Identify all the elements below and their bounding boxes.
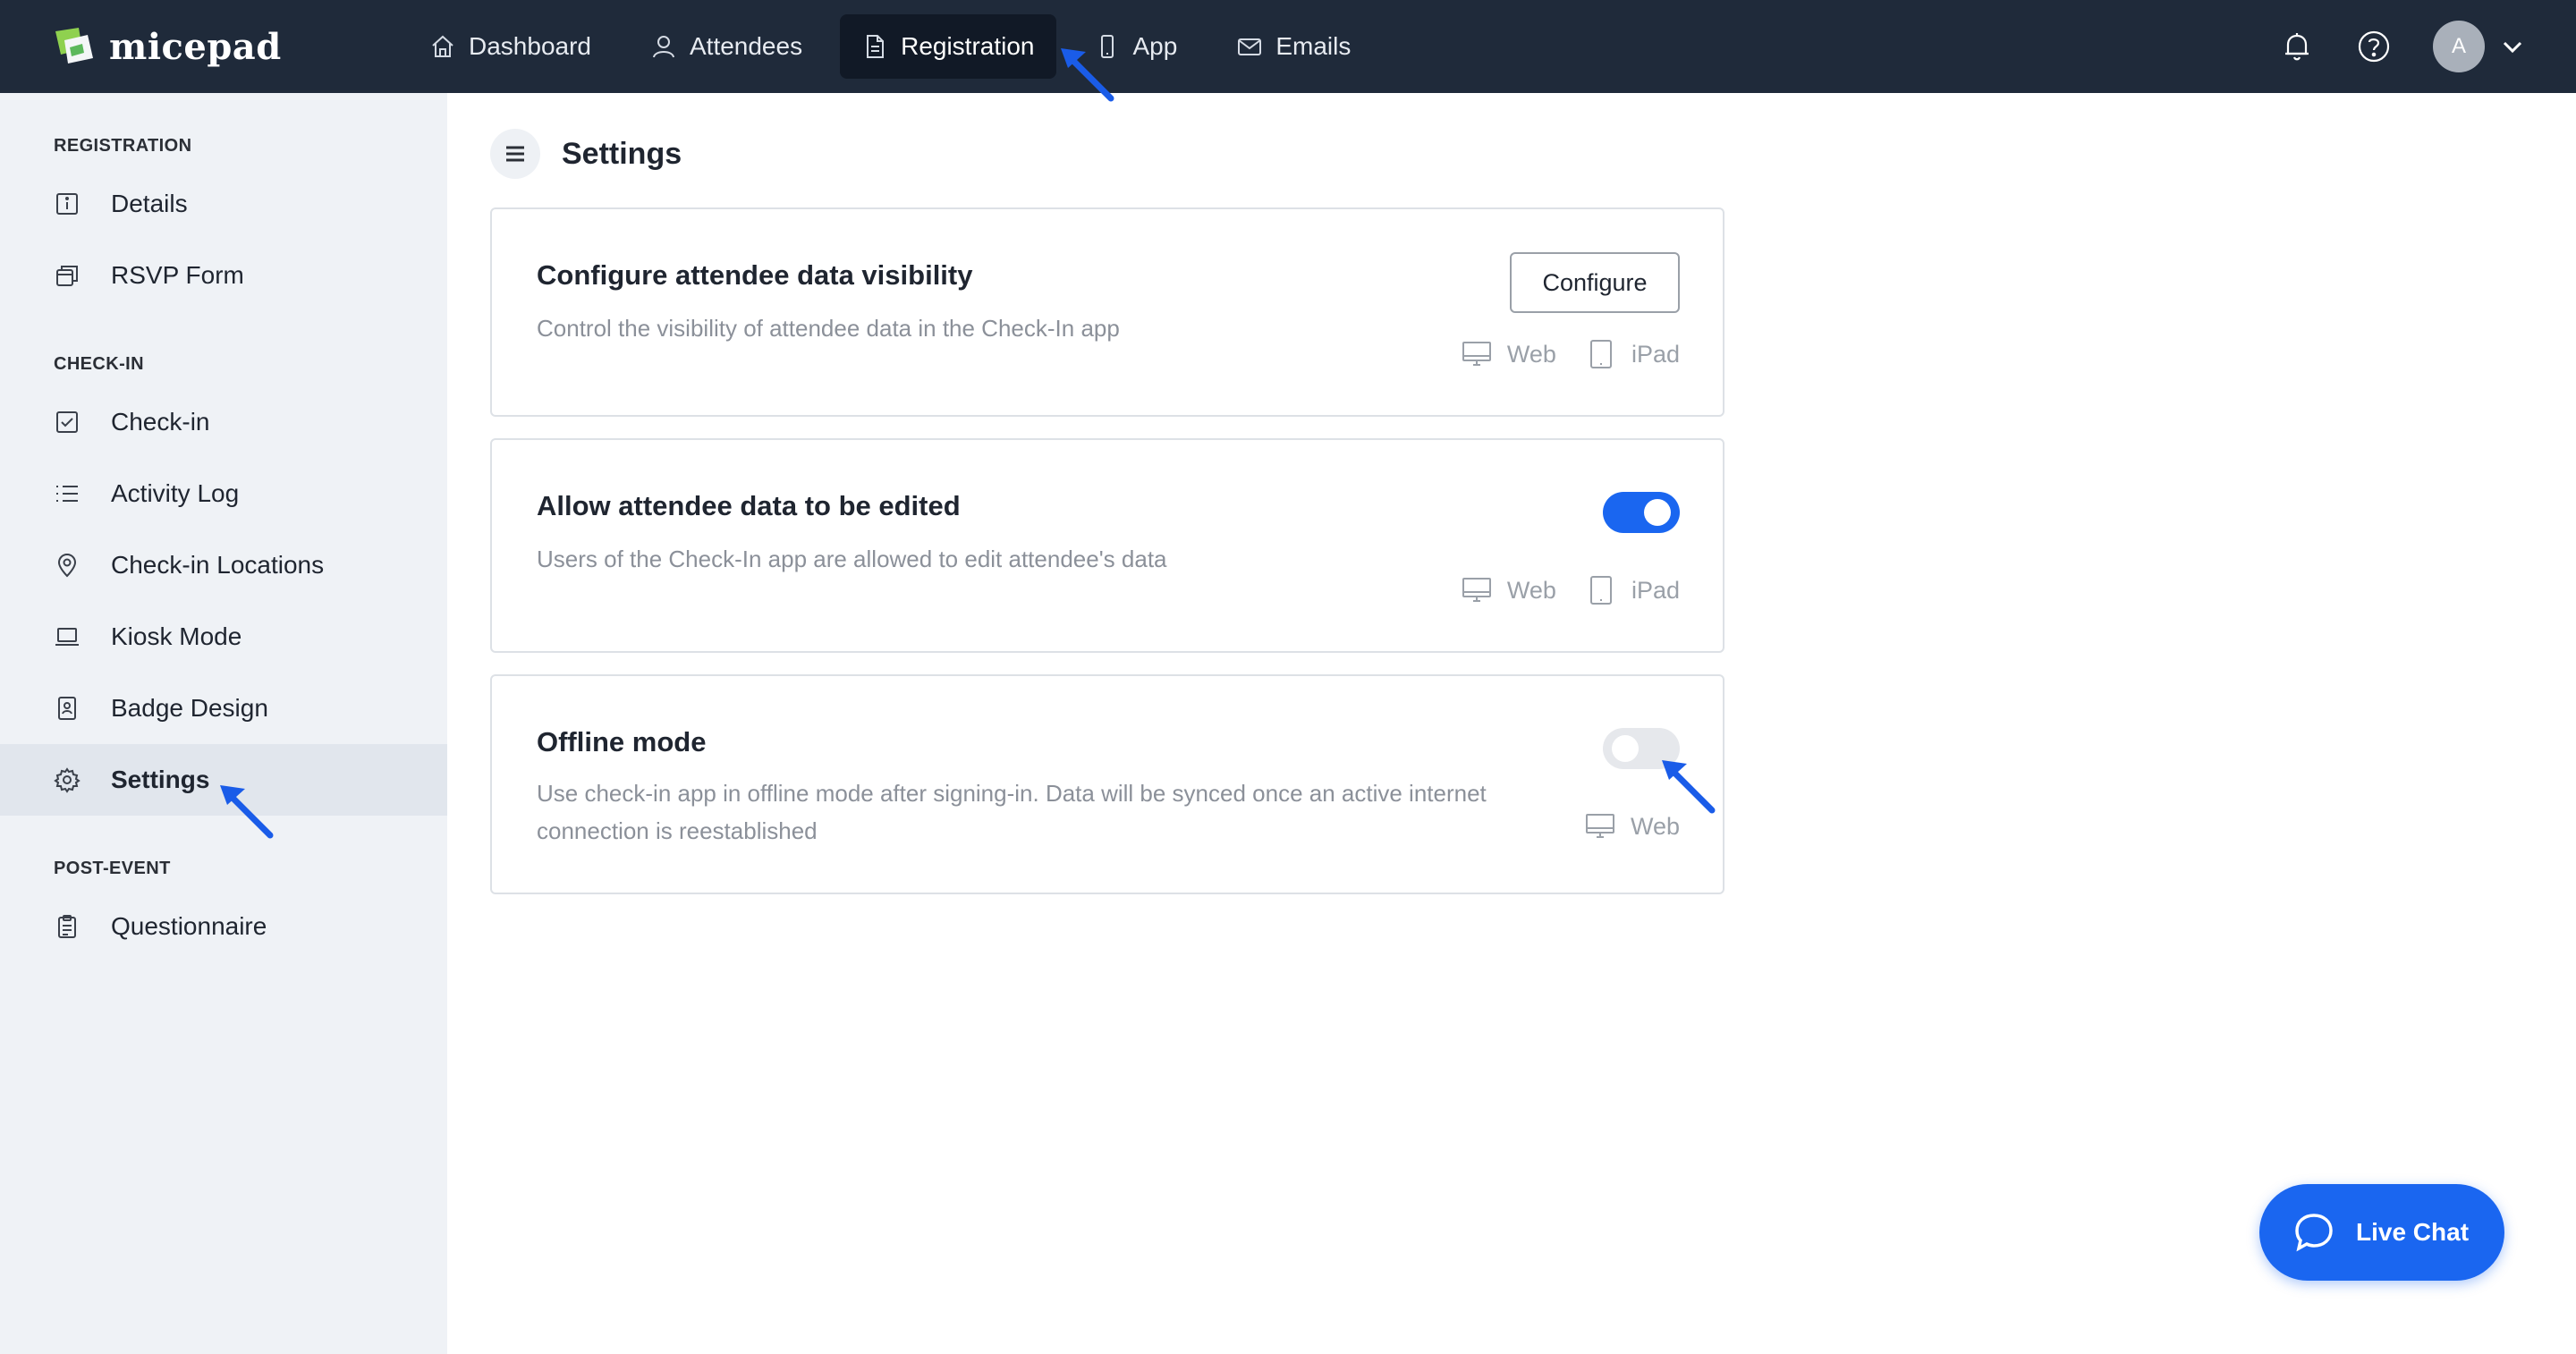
sidebar-item-label: Badge Design	[111, 694, 268, 722]
notifications-button[interactable]	[2270, 20, 2324, 73]
annotation-arrow-icon	[1655, 748, 1726, 819]
sidebar-item-kiosk-mode[interactable]: Kiosk Mode	[0, 601, 447, 673]
platform-ipad: iPad	[1585, 574, 1680, 606]
nav-attendees-label: Attendees	[689, 32, 803, 60]
micepad-logo-icon	[55, 28, 93, 63]
sidebar-item-details[interactable]: Details	[0, 168, 447, 240]
checkbox-icon	[56, 411, 78, 433]
gear-icon	[54, 767, 80, 793]
card-description-line-1: Use check-in app in offline mode after s…	[537, 780, 1487, 807]
hamburger-menu-icon	[506, 146, 524, 162]
nav-dashboard[interactable]: Dashboard	[408, 14, 613, 79]
configure-button[interactable]: Configure	[1510, 252, 1680, 313]
clipboard-icon	[58, 915, 76, 938]
top-navigation-bar: micepad Dashboard Attendees Registration…	[0, 0, 2576, 93]
platform-ipad: iPad	[1585, 338, 1680, 370]
annotation-arrow-icon	[215, 771, 286, 842]
sidebar-item-label: Questionnaire	[111, 912, 267, 940]
document-icon	[867, 35, 885, 58]
sidebar-item-badge-design[interactable]: Badge Design	[0, 673, 447, 744]
laptop-icon	[55, 628, 79, 646]
nav-registration[interactable]: Registration	[840, 14, 1056, 79]
sidebar-item-label: Activity Log	[111, 479, 240, 507]
app-name: micepad	[109, 25, 282, 68]
bell-icon	[2285, 33, 2309, 61]
card-attendee-data-visibility: Configure attendee data visibility Contr…	[490, 207, 1724, 417]
help-button[interactable]	[2347, 20, 2401, 73]
list-icon	[56, 486, 78, 502]
sidebar-item-label: Settings	[111, 766, 210, 793]
sidebar-item-label: RSVP Form	[111, 261, 244, 289]
sidebar-toggle-button[interactable]	[490, 129, 540, 179]
card-description: Use check-in app in offline mode after s…	[537, 774, 1487, 850]
top-right-actions: A	[2247, 20, 2528, 73]
nav-dashboard-label: Dashboard	[469, 32, 591, 60]
platform-web: Web	[1461, 574, 1556, 606]
nav-attendees[interactable]: Attendees	[629, 14, 824, 79]
mail-icon	[1238, 38, 1262, 55]
home-icon	[432, 35, 453, 57]
card-title: Configure attendee data visibility	[537, 259, 973, 291]
platform-ipad-label: iPad	[1631, 576, 1680, 604]
page-title: Settings	[562, 136, 682, 171]
sidebar-item-check-in[interactable]: Check-in	[0, 386, 447, 458]
allow-edit-toggle[interactable]	[1603, 492, 1680, 533]
page-header: Settings	[490, 127, 682, 181]
chat-bubble-icon	[2295, 1214, 2333, 1252]
nav-emails[interactable]: Emails	[1215, 14, 1372, 79]
info-icon	[56, 193, 78, 215]
sidebar-section-registration: REGISTRATION	[54, 136, 192, 156]
desktop-monitor-icon	[1585, 814, 1614, 838]
platform-list: Web iPad	[1432, 574, 1680, 606]
toggle-knob	[1612, 735, 1639, 762]
annotation-arrow-icon	[1055, 32, 1127, 104]
form-icon	[56, 266, 78, 286]
nav-emails-label: Emails	[1275, 32, 1352, 60]
platform-ipad-label: iPad	[1631, 340, 1680, 368]
sidebar-item-activity-log[interactable]: Activity Log	[0, 458, 447, 529]
micepad-logo[interactable]: micepad	[52, 21, 282, 72]
toggle-knob	[1644, 499, 1671, 526]
sidebar-item-rsvp-form[interactable]: RSVP Form	[0, 240, 447, 311]
tablet-icon	[1589, 340, 1612, 368]
live-chat-button[interactable]: Live Chat	[2259, 1184, 2504, 1281]
platform-web: Web	[1461, 338, 1556, 370]
location-pin-icon	[57, 553, 77, 578]
tablet-icon	[1589, 576, 1612, 605]
platform-web-label: Web	[1506, 340, 1556, 368]
card-description: Users of the Check-In app are allowed to…	[537, 546, 1167, 572]
card-description: Control the visibility of attendee data …	[537, 315, 1120, 342]
chevron-down-icon	[2503, 41, 2522, 54]
desktop-monitor-icon	[1462, 342, 1491, 366]
sidebar-section-check-in: CHECK-IN	[54, 354, 144, 374]
nav-registration-label: Registration	[901, 32, 1035, 60]
card-title: Allow attendee data to be edited	[537, 490, 961, 521]
account-menu-toggle[interactable]	[2497, 31, 2528, 62]
sidebar-section-post-event: POST-EVENT	[54, 859, 171, 878]
platform-list: Web iPad	[1432, 338, 1680, 370]
user-avatar[interactable]: A	[2433, 21, 2485, 72]
live-chat-label: Live Chat	[2356, 1218, 2470, 1246]
question-circle-icon	[2358, 30, 2390, 63]
card-offline-mode: Offline mode Use check-in app in offline…	[490, 674, 1724, 894]
card-title: Offline mode	[537, 726, 707, 757]
sidebar-item-label: Check-in Locations	[111, 551, 325, 579]
main-nav: Dashboard Attendees Registration App Ema…	[408, 14, 1388, 79]
sidebar-item-questionnaire[interactable]: Questionnaire	[0, 891, 447, 962]
platform-web-label: Web	[1506, 576, 1556, 604]
desktop-monitor-icon	[1462, 578, 1491, 602]
card-allow-attendee-data-edit: Allow attendee data to be edited Users o…	[490, 438, 1724, 653]
sidebar-item-label: Kiosk Mode	[111, 622, 242, 650]
sidebar-item-label: Check-in	[111, 408, 210, 436]
badge-icon	[58, 697, 76, 720]
user-icon	[652, 36, 674, 58]
sidebar-item-label: Details	[111, 190, 188, 217]
sidebar: REGISTRATION Details RSVP Form CHECK-IN …	[0, 93, 447, 1354]
sidebar-item-check-in-locations[interactable]: Check-in Locations	[0, 529, 447, 601]
card-description-line-2: connection is reestablished	[537, 817, 818, 844]
nav-app-label: App	[1132, 32, 1178, 60]
